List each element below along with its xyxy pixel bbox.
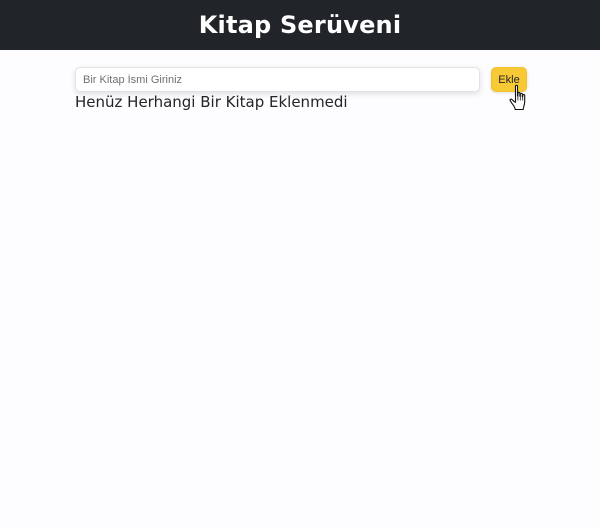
- empty-list-message: Henüz Herhangi Bir Kitap Eklenmedi: [75, 93, 348, 111]
- add-book-button[interactable]: Ekle: [491, 67, 527, 92]
- add-book-form: Ekle: [75, 67, 527, 93]
- book-name-input[interactable]: [75, 67, 480, 92]
- app-header: Kitap Serüveni: [0, 0, 600, 50]
- page-title: Kitap Serüveni: [198, 11, 402, 39]
